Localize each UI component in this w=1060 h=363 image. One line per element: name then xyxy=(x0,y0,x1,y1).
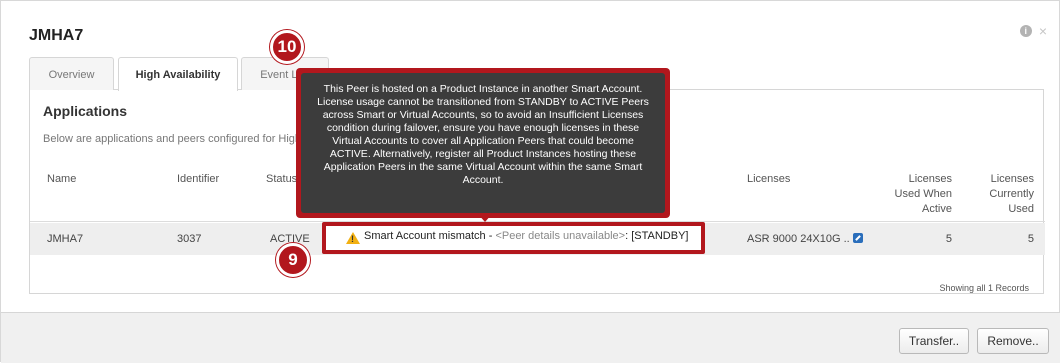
peer-status-text[interactable]: Smart Account mismatch - <Peer details u… xyxy=(364,230,688,242)
header-used-when-active[interactable]: Licenses Used When Active xyxy=(860,172,952,217)
dialog-footer: Transfer.. Remove.. xyxy=(1,313,1060,363)
remove-button[interactable]: Remove.. xyxy=(977,328,1049,354)
cell-currently-used: 5 xyxy=(1027,233,1034,245)
header-used-when-active-line2: Used When xyxy=(894,188,952,200)
external-link-icon[interactable] xyxy=(852,233,863,243)
header-identifier[interactable]: Identifier xyxy=(177,172,219,187)
records-count: Showing all 1 Records xyxy=(939,283,1029,293)
header-currently-used-line1: Licenses xyxy=(990,173,1034,185)
header-licenses[interactable]: Licenses xyxy=(747,172,790,187)
header-used-when-active-line1: Licenses xyxy=(908,173,952,185)
header-currently-used[interactable]: Licenses Currently Used xyxy=(960,172,1034,217)
header-currently-used-line2: Currently xyxy=(989,188,1034,200)
callout-9: 9 xyxy=(276,243,310,277)
tab-overview[interactable]: Overview xyxy=(29,57,114,90)
cell-identifier: 3037 xyxy=(177,233,202,245)
header-status[interactable]: Status xyxy=(266,172,297,187)
tab-high-availability[interactable]: High Availability xyxy=(118,57,238,91)
peer-tooltip: This Peer is hosted on a Product Instanc… xyxy=(301,73,665,213)
dialog-title: JMHA7 xyxy=(29,27,84,44)
licenses-link[interactable]: ASR 9000 24X10G .. xyxy=(747,233,850,245)
peer-state: : [STANDBY] xyxy=(625,230,689,242)
cell-name: JMHA7 xyxy=(47,233,84,245)
warning-icon xyxy=(346,232,360,244)
tooltip-highlight-frame: This Peer is hosted on a Product Instanc… xyxy=(296,68,670,218)
callout-10: 10 xyxy=(270,30,304,64)
dialog-controls: i × xyxy=(1019,24,1047,38)
transfer-button[interactable]: Transfer.. xyxy=(899,328,969,354)
peer-details: <Peer details unavailable> xyxy=(495,230,626,242)
section-title: Applications xyxy=(43,103,128,119)
header-used-when-active-line3: Active xyxy=(922,203,952,215)
header-currently-used-line3: Used xyxy=(1008,203,1034,215)
tooltip-arrow xyxy=(478,214,492,222)
close-icon[interactable]: × xyxy=(1039,24,1047,38)
cell-used-when-active: 5 xyxy=(945,233,952,245)
peer-warning-label: Smart Account mismatch - xyxy=(364,230,496,242)
cell-licenses[interactable]: ASR 9000 24X10G .. xyxy=(747,233,863,245)
header-name[interactable]: Name xyxy=(47,172,76,187)
peer-cell-highlight[interactable]: Smart Account mismatch - <Peer details u… xyxy=(322,222,705,254)
info-icon[interactable]: i xyxy=(1019,25,1032,37)
